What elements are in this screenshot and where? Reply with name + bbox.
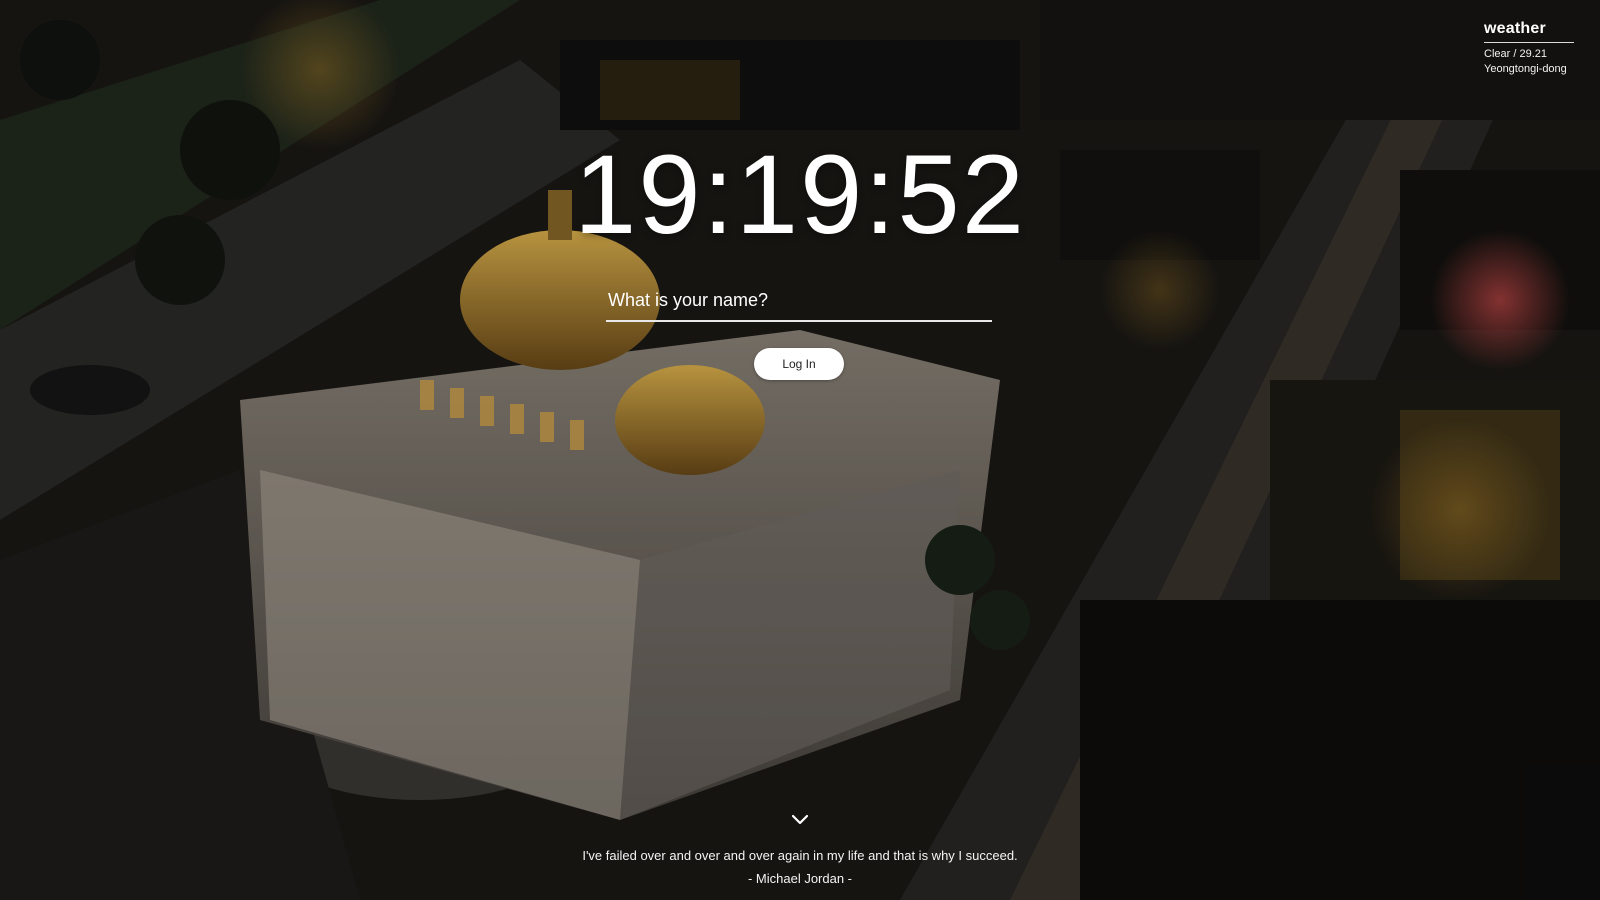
weather-location: Yeongtongi-dong [1484,63,1567,75]
app-root: weather Clear / 29.21 Yeongtongi-dong 19… [0,0,1600,900]
quote-author: - Michael Jordan - [747,871,853,886]
login-button[interactable]: Log In [754,348,844,380]
quote-text: I've failed over and over and over again… [582,848,1018,863]
name-input[interactable] [606,280,992,322]
chevron-down-icon[interactable] [790,812,810,828]
weather-widget: weather Clear / 29.21 Yeongtongi-dong [1484,20,1574,75]
weather-title: weather [1484,20,1574,43]
clock: 19:19:52 [574,132,1026,257]
weather-condition-temp: Clear / 29.21 [1484,48,1547,60]
login-form: Log In [606,280,992,380]
